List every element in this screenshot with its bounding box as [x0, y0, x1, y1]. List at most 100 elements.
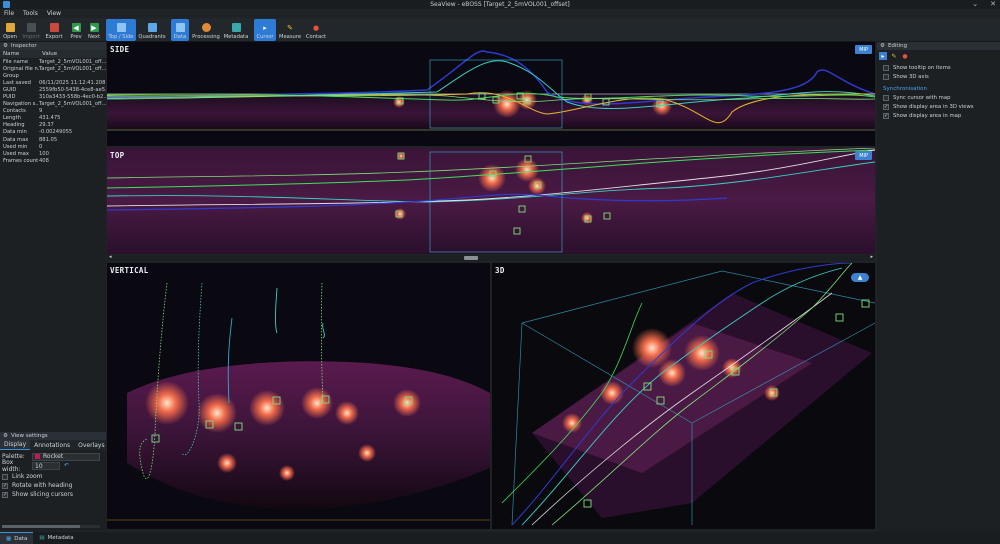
side-view[interactable]: SIDE MIP	[107, 42, 875, 146]
view-settings-option-label: Rotate with heading	[12, 482, 73, 489]
checkbox[interactable]: ✓	[2, 491, 8, 498]
menu-view[interactable]: View	[47, 10, 61, 17]
timeline-scrollbar[interactable]: ◂ ▸	[107, 254, 875, 261]
inspector-row[interactable]: Heading 29.37	[0, 122, 106, 129]
inspector-value: -0.00249055	[39, 129, 73, 136]
checkbox[interactable]	[883, 64, 889, 71]
scroll-left-icon[interactable]: ◂	[109, 254, 112, 260]
inspector-row[interactable]: Used max 100	[0, 150, 106, 157]
pencil-icon[interactable]: ✎	[890, 52, 898, 60]
inspector-row[interactable]: File name Target_2_5mVOL001_off...	[0, 58, 106, 65]
scroll-handle[interactable]	[464, 256, 478, 260]
tab-annotations[interactable]: Annotations	[30, 440, 74, 450]
inspector-value: Target_2_5mVOL001_off...	[39, 65, 106, 72]
menu-file[interactable]: File	[4, 10, 14, 17]
title-bar: SeaView - eBOSS [Target_2_5mVOL001_offse…	[0, 0, 1000, 9]
editing-option[interactable]: Show tooltip on items	[877, 63, 1000, 72]
inspector-row[interactable]: Length 431.475	[0, 115, 106, 122]
checkbox[interactable]	[883, 94, 889, 101]
inspector-key: PUID	[3, 94, 16, 101]
compass-icon[interactable]: ▲	[851, 273, 869, 282]
cursor-icon[interactable]: ▸	[879, 52, 887, 60]
three-d-view[interactable]: 3D ▲	[492, 263, 875, 529]
checkbox[interactable]: ✓	[883, 103, 889, 110]
top-mip-button[interactable]: MIP	[855, 151, 872, 160]
inspector-value: 881.05	[39, 136, 58, 143]
checkbox[interactable]: ✓	[883, 112, 889, 119]
inspector-row[interactable]: PUID 310a3433-558b-4ec0-b2...	[0, 93, 106, 100]
view-settings-option[interactable]: ✓ Rotate with heading	[0, 481, 106, 490]
quadrants-button[interactable]: Quadrants	[138, 19, 166, 41]
import-button[interactable]: Import	[20, 19, 42, 41]
inspector-row[interactable]: Navigation s... Target_2_5mVOL001_off...	[0, 101, 106, 108]
sync-option[interactable]: ✓ Show display area in 3D views	[877, 102, 1000, 111]
inspector-key: Group	[3, 72, 19, 79]
inspector-key: Used max	[3, 150, 29, 157]
menu-tools[interactable]: Tools	[23, 10, 38, 17]
inspector-key: Original file n...	[3, 65, 39, 72]
close-icon[interactable]: ✕	[990, 0, 996, 8]
view-settings-option[interactable]: ✓ Show slicing cursors	[0, 490, 106, 499]
inspector-row[interactable]: Data max 881.05	[0, 136, 106, 143]
cursor-button[interactable]: ▸ Cursor	[254, 19, 276, 41]
checkbox[interactable]: ✓	[2, 482, 8, 489]
scroll-right-icon[interactable]: ▸	[870, 254, 873, 260]
inspector-key: Last saved	[3, 79, 31, 86]
column-name[interactable]: Name	[0, 51, 39, 57]
cursor-icon: ▸	[263, 23, 267, 32]
view-settings-option-label: Link zoom	[12, 473, 43, 480]
inspector-row[interactable]: Data min -0.00249055	[0, 129, 106, 136]
contact-button[interactable]: ● Contact	[304, 19, 328, 41]
editing-option-label: Show 3D axis	[893, 73, 929, 80]
view-settings-tabs: Display Annotations Overlays	[0, 440, 106, 450]
side-mip-button[interactable]: MIP	[855, 45, 872, 54]
inspector-row[interactable]: Contacts 9	[0, 108, 106, 115]
folder-icon	[5, 23, 15, 32]
processing-button[interactable]: Processing	[191, 19, 221, 41]
horizontal-scrollbar[interactable]	[2, 525, 100, 528]
map-pin-icon[interactable]: ●	[901, 52, 909, 60]
box-width-spinner[interactable]: 10	[32, 461, 60, 470]
top-side-button[interactable]: Top / Side	[106, 19, 136, 41]
sync-option[interactable]: Sync cursor with map	[877, 93, 1000, 102]
inspector-row[interactable]: GUID 2559fb50-5438-4ce8-ae5...	[0, 86, 106, 93]
measure-button[interactable]: ✎ Measure	[278, 19, 302, 41]
arrow-right-icon: ▶	[89, 23, 99, 32]
minimize-icon[interactable]: ⌄	[972, 0, 978, 8]
metadata-button[interactable]: Metadata	[223, 19, 249, 41]
data-button[interactable]: Data	[171, 19, 189, 41]
bottom-tab-metadata[interactable]: ▤ Metadata	[33, 532, 79, 544]
bottom-tab-bar: ▦ Data ▤ Metadata	[0, 532, 1000, 544]
vertical-view[interactable]: VERTICAL	[107, 263, 490, 529]
map-pin-icon: ●	[312, 23, 320, 32]
editing-option[interactable]: Show 3D axis	[877, 72, 1000, 81]
metadata-icon: ▤	[39, 535, 45, 541]
three-d-view-label: 3D	[495, 266, 505, 275]
palette-select[interactable]: Rocket	[32, 452, 100, 461]
reset-icon[interactable]: ↶	[64, 462, 69, 469]
open-button[interactable]: Open	[2, 19, 18, 41]
inspector-row[interactable]: Frames count 408	[0, 157, 106, 164]
column-value[interactable]: Value	[39, 51, 106, 57]
inspector-value: 431.475	[39, 115, 61, 122]
checkbox[interactable]	[883, 73, 889, 80]
inspector-row[interactable]: Used min 0	[0, 143, 106, 150]
inspector-value: 2559fb50-5438-4ce8-ae5...	[39, 86, 106, 93]
inspector-row[interactable]: Group	[0, 72, 106, 79]
prev-button[interactable]: ◀ Prev	[68, 19, 84, 41]
export-button[interactable]: Export	[44, 19, 64, 41]
next-button[interactable]: ▶ Next	[86, 19, 102, 41]
sync-option[interactable]: ✓ Show display area in map	[877, 111, 1000, 120]
tab-overlays[interactable]: Overlays	[74, 440, 108, 450]
checkbox[interactable]	[2, 473, 8, 480]
inspector-row[interactable]: Original file n... Target_2_5mVOL001_off.…	[0, 65, 106, 72]
view-settings-option[interactable]: Link zoom	[0, 472, 106, 481]
tab-display[interactable]: Display	[0, 440, 31, 450]
bottom-tab-data[interactable]: ▦ Data	[0, 532, 34, 544]
inspector-key: Data min	[3, 129, 27, 136]
inspector-row[interactable]: Last saved 06/11/2025 11:12:41.208	[0, 79, 106, 86]
top-view[interactable]: TOP MIP	[107, 148, 875, 254]
sync-option-label: Show display area in map	[893, 112, 962, 119]
sync-option-label: Show display area in 3D views	[893, 103, 974, 110]
editing-option-label: Show tooltip on items	[893, 64, 951, 71]
